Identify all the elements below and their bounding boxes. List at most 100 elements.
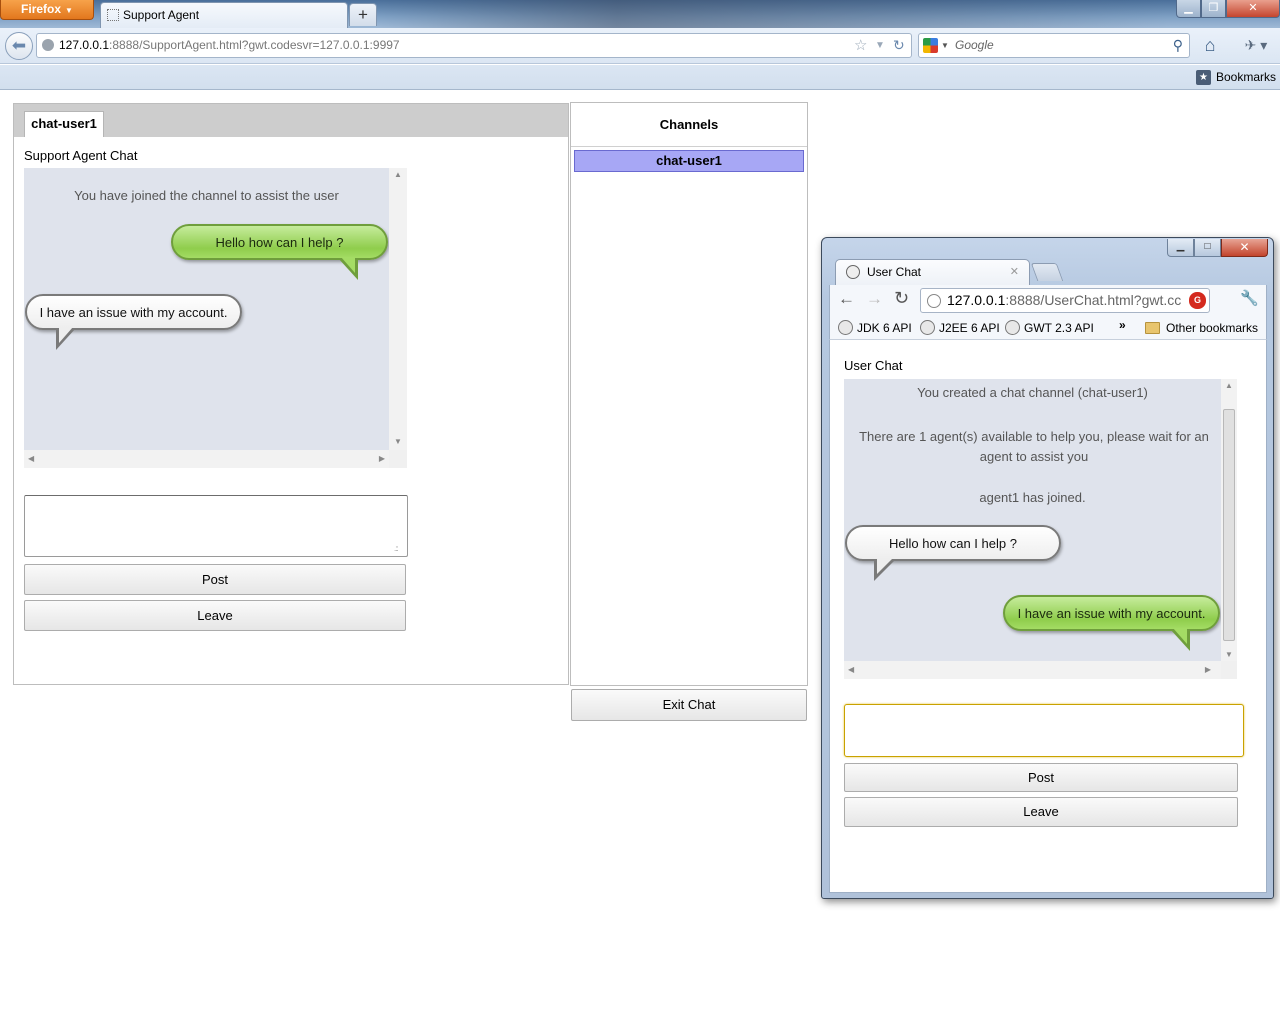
scroll-left-icon[interactable]: ◀ bbox=[28, 454, 34, 463]
agent-chat-log[interactable]: You have joined the channel to assist th… bbox=[24, 168, 407, 468]
system-message: There are 1 agent(s) available to help y… bbox=[859, 429, 1209, 464]
minimize-button[interactable]: ▁ bbox=[1176, 0, 1201, 18]
new-tab-button[interactable]: + bbox=[349, 3, 377, 26]
bubble-tail bbox=[1173, 628, 1187, 644]
url-bar[interactable]: 127.0.0.1:8888/SupportAgent.html?gwt.cod… bbox=[36, 33, 912, 58]
scroll-right-icon[interactable]: ▶ bbox=[379, 454, 385, 463]
chat-bubble-received: I have an issue with my account. bbox=[25, 294, 242, 330]
system-message: You have joined the channel to assist th… bbox=[74, 188, 339, 203]
vertical-scrollbar[interactable]: ▲ ▼ bbox=[1221, 379, 1237, 661]
minimize-button[interactable]: ▁ bbox=[1167, 239, 1194, 257]
exit-chat-button[interactable]: Exit Chat bbox=[571, 689, 807, 721]
bookmarks-star-icon: ★ bbox=[1195, 70, 1211, 85]
chat-bubble-sent: I have an issue with my account. bbox=[1003, 595, 1220, 631]
firefox-navbar: ⬅ 127.0.0.1:8888/SupportAgent.html?gwt.c… bbox=[0, 28, 1280, 64]
scroll-right-icon[interactable]: ▶ bbox=[1205, 665, 1211, 674]
restore-button[interactable]: ❐ bbox=[1201, 0, 1226, 18]
close-button[interactable]: ✕ bbox=[1221, 239, 1268, 257]
user-message-input[interactable] bbox=[844, 704, 1244, 757]
chrome-url-bar[interactable]: 127.0.0.1:8888/UserChat.html?gwt.cc G ☆ bbox=[920, 288, 1210, 313]
url-path: :8888/UserChat.html?gwt.cc bbox=[1005, 292, 1182, 308]
url-path: :8888/SupportAgent.html?gwt.codesvr=127.… bbox=[109, 38, 400, 52]
bookmarks-overflow-chevron[interactable]: » bbox=[1119, 318, 1126, 332]
tab-title: Support Agent bbox=[123, 8, 200, 22]
horizontal-scrollbar[interactable]: ◀ ▶ bbox=[24, 450, 389, 468]
search-engine-dropdown-icon[interactable]: ▼ bbox=[941, 34, 949, 57]
bookmark-gwt23[interactable]: GWT 2.3 API bbox=[1005, 320, 1094, 336]
bookmark-star-icon[interactable]: ☆ bbox=[854, 34, 867, 57]
chat-bubble-sent: Hello how can I help ? bbox=[171, 224, 388, 260]
close-tab-icon[interactable]: ✕ bbox=[1010, 260, 1019, 284]
globe-icon bbox=[846, 265, 860, 279]
wrench-icon[interactable]: 🔧 bbox=[1240, 289, 1259, 307]
other-bookmarks-label: Other bookmarks bbox=[1166, 321, 1259, 335]
tab-user-chat[interactable]: User Chat ✕ bbox=[835, 259, 1030, 285]
search-placeholder: Google bbox=[955, 38, 994, 52]
bubble-tail bbox=[877, 558, 893, 574]
bubble-tail bbox=[341, 257, 355, 273]
back-arrow-icon[interactable]: ← bbox=[838, 289, 855, 309]
bookmark-jdk6[interactable]: JDK 6 API bbox=[838, 320, 912, 336]
other-bookmarks[interactable]: Other bookmarks bbox=[1145, 320, 1258, 336]
search-icon[interactable]: ⚲ bbox=[1173, 34, 1183, 57]
url-host: 127.0.0.1 bbox=[59, 38, 110, 52]
home-icon[interactable]: ⌂ bbox=[1198, 34, 1222, 58]
url-host: 127.0.0.1 bbox=[947, 292, 1006, 308]
firefox-menu-label: Firefox bbox=[21, 2, 62, 16]
scroll-left-icon[interactable]: ◀ bbox=[848, 665, 854, 674]
globe-icon bbox=[1005, 320, 1020, 335]
agent-post-button[interactable]: Post bbox=[24, 564, 406, 595]
chrome-bookmarks-bar: JDK 6 API J2EE 6 API GWT 2.3 API » Other… bbox=[829, 316, 1267, 340]
system-message: agent1 has joined. bbox=[979, 490, 1086, 505]
firefox-menu-button[interactable]: Firefox ▼ bbox=[0, 0, 94, 20]
scroll-up-icon[interactable]: ▲ bbox=[394, 170, 402, 179]
globe-icon bbox=[927, 294, 941, 308]
bubble-tail bbox=[59, 327, 73, 343]
agent-message-input[interactable] bbox=[24, 495, 408, 557]
bookmarks-label: Bookmarks bbox=[1215, 70, 1276, 84]
bookmark-label: JDK 6 API bbox=[857, 321, 912, 335]
agent-chat-panel: chat-user1 Support Agent Chat You have j… bbox=[13, 103, 569, 685]
folder-icon bbox=[1145, 322, 1160, 334]
channels-header: Channels bbox=[571, 103, 807, 147]
bookmark-star-icon[interactable]: ☆ bbox=[1209, 289, 1210, 312]
back-button[interactable]: ⬅ bbox=[5, 32, 33, 60]
vertical-scrollbar[interactable]: ▲ ▼ bbox=[389, 168, 407, 450]
bookmark-j2ee6[interactable]: J2EE 6 API bbox=[920, 320, 1000, 336]
maximize-button[interactable]: □ bbox=[1194, 239, 1221, 257]
new-tab-button[interactable] bbox=[1030, 263, 1064, 281]
forward-arrow-icon[interactable]: → bbox=[866, 289, 883, 309]
close-button[interactable]: ✕ bbox=[1226, 0, 1280, 18]
channel-item-chat-user1[interactable]: chat-user1 bbox=[574, 150, 804, 172]
agent-chat-title: Support Agent Chat bbox=[24, 148, 138, 163]
addon-icon[interactable]: ✈ ▾ bbox=[1236, 34, 1276, 58]
search-box[interactable]: ▼ Google ⚲ bbox=[918, 33, 1190, 58]
tab-chat-user1[interactable]: chat-user1 bbox=[24, 111, 104, 137]
arrow-left-icon: ⬅ bbox=[11, 36, 27, 55]
url-history-dropdown-icon[interactable]: ▼ bbox=[875, 34, 885, 57]
reload-icon[interactable]: ↻ bbox=[893, 34, 905, 57]
agent-leave-button[interactable]: Leave bbox=[24, 600, 406, 631]
tab-title: User Chat bbox=[867, 265, 922, 279]
horizontal-scrollbar[interactable]: ◀ ▶ bbox=[844, 661, 1221, 679]
scrollbar-thumb[interactable] bbox=[1223, 409, 1235, 641]
user-chat-page: User Chat You created a chat channel (ch… bbox=[829, 340, 1267, 893]
system-message: You created a chat channel (chat-user1) bbox=[917, 385, 1148, 400]
scroll-down-icon[interactable]: ▼ bbox=[1225, 650, 1233, 659]
resize-grip-icon[interactable]: .:: bbox=[394, 544, 566, 683]
scroll-up-icon[interactable]: ▲ bbox=[1225, 381, 1233, 390]
chat-bubble-received: Hello how can I help ? bbox=[845, 525, 1061, 561]
user-leave-button[interactable]: Leave bbox=[844, 797, 1238, 827]
globe-icon bbox=[838, 320, 853, 335]
agent-tab-bar: chat-user1 bbox=[14, 104, 568, 137]
tab-support-agent[interactable]: Support Agent bbox=[100, 2, 348, 28]
titlebar-decoration bbox=[380, 0, 1170, 28]
scroll-down-icon[interactable]: ▼ bbox=[394, 437, 402, 446]
bookmarks-toolbar: ★ Bookmarks bbox=[0, 65, 1280, 90]
user-post-button[interactable]: Post bbox=[844, 763, 1238, 792]
agent-chat-area: You have joined the channel to assist th… bbox=[24, 168, 389, 450]
reload-icon[interactable]: ↻ bbox=[894, 288, 909, 309]
extension-badge-icon[interactable]: G bbox=[1189, 292, 1206, 309]
bookmarks-button[interactable]: ★ Bookmarks bbox=[1195, 68, 1276, 87]
user-chat-log[interactable]: You created a chat channel (chat-user1) … bbox=[844, 379, 1237, 679]
